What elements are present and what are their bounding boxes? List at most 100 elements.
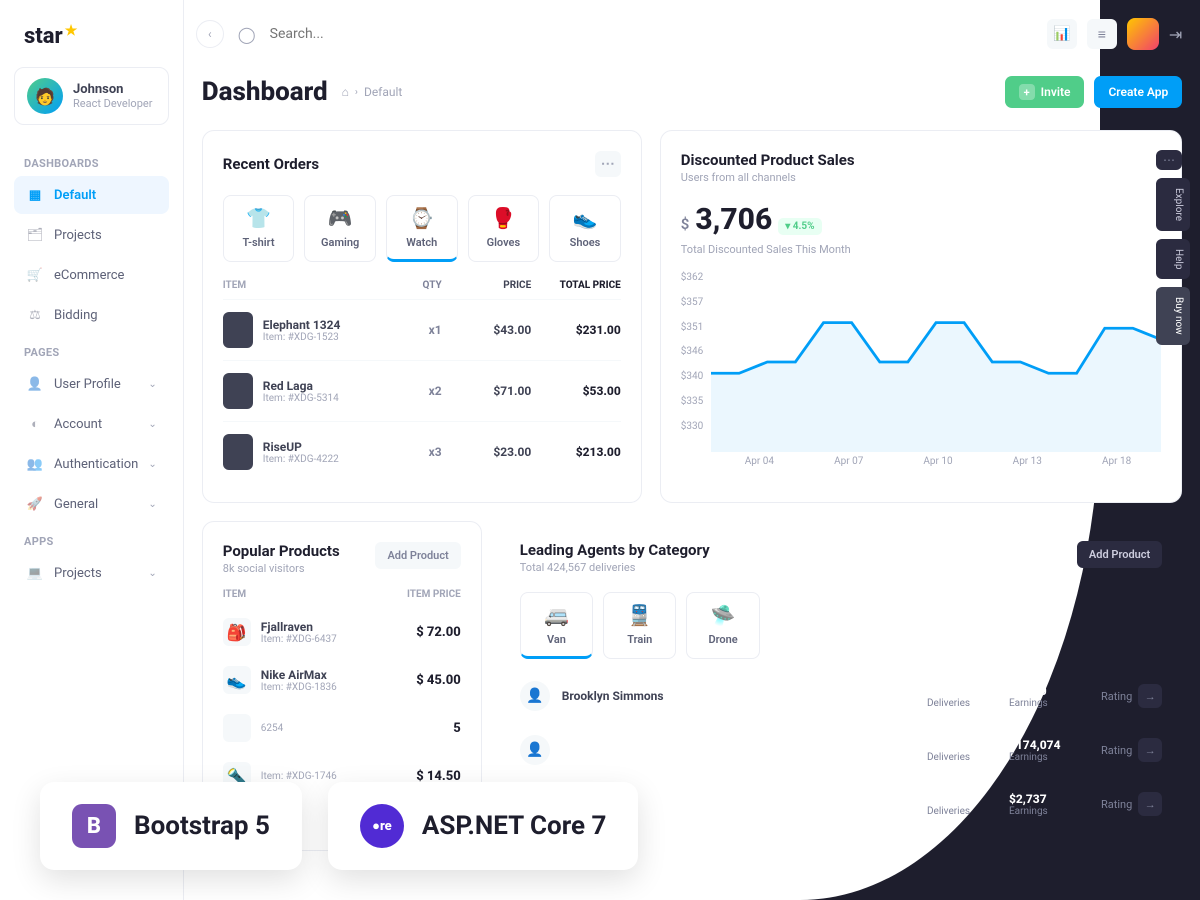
avatar: 🧑 [27, 78, 63, 114]
more-icon[interactable]: ⋯ [595, 151, 621, 177]
star-icon: ★ [65, 23, 78, 39]
recent-orders-card: Recent Orders ⋯ 👕T-shirt🎮Gaming⌚Watch🥊Gl… [202, 130, 642, 503]
add-product-button[interactable]: Add Product [375, 542, 460, 569]
nav-default[interactable]: ▦Default [14, 176, 169, 214]
product-thumb [223, 312, 253, 348]
help-button[interactable]: Help [1156, 239, 1190, 279]
grid-icon: ▦ [26, 186, 44, 204]
invite-button[interactable]: +Invite [1005, 76, 1085, 108]
notification-icon[interactable]: ≡ [1087, 19, 1117, 49]
col-qty: QTY [382, 280, 442, 291]
col-price: ITEM PRICE [407, 589, 461, 600]
nav-general[interactable]: 🚀General⌄ [14, 485, 169, 523]
col-total: TOTAL PRICE [531, 280, 621, 291]
nav-user-profile[interactable]: 👤User Profile⌄ [14, 365, 169, 403]
line-chart [711, 272, 1161, 452]
list-item[interactable]: 👟Nike AirMaxItem: #XDG-1836$ 45.00 [223, 656, 461, 704]
list-item[interactable]: 🎒FjallravenItem: #XDG-6437$ 72.00 [223, 608, 461, 656]
table-row[interactable]: Elephant 1324Item: #XDG-1523x1$43.00$231… [223, 299, 621, 360]
create-app-button[interactable]: Create App [1094, 76, 1182, 108]
user-card[interactable]: 🧑 Johnson React Developer [14, 67, 169, 125]
arrow-right-icon[interactable]: → [1138, 684, 1162, 708]
plus-icon: + [1019, 84, 1035, 100]
table-row[interactable]: Red LagaItem: #XDG-5314x2$71.00$53.00 [223, 360, 621, 421]
tab-watch[interactable]: ⌚Watch [386, 195, 458, 262]
tab-drone[interactable]: 🛸Drone [686, 592, 759, 659]
home-icon[interactable]: ⌂ [342, 85, 349, 99]
popular-title: Popular Products [223, 542, 340, 560]
avatar: 👤 [520, 735, 550, 765]
agents-subtitle: Total 424,567 deliveries [520, 561, 710, 574]
nav-section-pages: PAGES [14, 336, 169, 365]
page-title: Dashboard [202, 77, 328, 107]
nav-authentication[interactable]: 👥Authentication⌄ [14, 445, 169, 483]
arrow-right-icon[interactable]: → [1138, 792, 1162, 816]
tab-t-shirt[interactable]: 👕T-shirt [223, 195, 295, 262]
tab-icon: 🎮 [309, 206, 371, 230]
explore-button[interactable]: Explore [1156, 178, 1190, 231]
avatar: 👤 [520, 681, 550, 711]
discounted-subtitle: Users from all channels [681, 171, 1161, 184]
tab-shoes[interactable]: 👟Shoes [549, 195, 621, 262]
discounted-value: 3,706 [695, 202, 772, 237]
tab-icon: 👕 [228, 206, 290, 230]
list-item[interactable]: 62545 [223, 704, 461, 752]
nav-bidding[interactable]: ⚖Bidding [14, 296, 169, 334]
product-thumb [223, 434, 253, 470]
tab-train[interactable]: 🚆Train [603, 592, 676, 659]
chevron-down-icon: ⌄ [148, 379, 156, 390]
folder-icon: 🗂 [26, 226, 44, 244]
col-price: PRICE [442, 280, 532, 291]
nav-account[interactable]: ◐Account⌄ [14, 405, 169, 443]
product-thumb [223, 714, 251, 742]
chevron-down-icon: ⌄ [148, 568, 156, 579]
exit-icon[interactable]: ⇥ [1169, 25, 1182, 44]
user-menu-avatar[interactable] [1127, 18, 1159, 50]
recent-orders-title: Recent Orders [223, 155, 319, 173]
chart-icon[interactable]: 📊 [1047, 19, 1077, 49]
chevron-down-icon: ⌄ [148, 459, 156, 470]
nav-ecommerce[interactable]: 🛒eCommerce [14, 256, 169, 294]
breadcrumb: ⌂ › Default [342, 85, 403, 99]
nav-section-apps: APPS [14, 525, 169, 554]
bootstrap-icon: B [72, 804, 116, 848]
product-thumb: 🎒 [223, 618, 251, 646]
tab-icon: 👟 [554, 206, 616, 230]
col-item: ITEM [223, 589, 407, 600]
add-product-button-dark[interactable]: Add Product [1077, 541, 1162, 568]
search-input[interactable] [270, 26, 1033, 42]
user-icon: 👤 [26, 375, 44, 393]
tab-icon: 🚐 [525, 603, 588, 627]
tab-gloves[interactable]: 🥊Gloves [468, 195, 540, 262]
back-button[interactable]: ‹ [196, 20, 224, 48]
hammer-icon: ⚖ [26, 306, 44, 324]
user-name: Johnson [73, 82, 152, 97]
discounted-footer: Total Discounted Sales This Month [681, 243, 1161, 256]
nav-apps-projects[interactable]: 💻Projects⌄ [14, 554, 169, 592]
table-row[interactable]: 👤Brooklyn Simmons1,240Deliveries$5,400Ea… [520, 669, 1162, 723]
tab-van[interactable]: 🚐Van [520, 592, 593, 659]
tab-gaming[interactable]: 🎮Gaming [304, 195, 376, 262]
laptop-icon: 💻 [26, 564, 44, 582]
table-row[interactable]: 👤6,074Deliveries$174,074EarningsRating→ [520, 723, 1162, 777]
aspnet-badge: ●re ASP.NET Core 7 [328, 782, 638, 870]
cart-icon: 🛒 [26, 266, 44, 284]
nav-section-dashboards: DASHBOARDS [14, 147, 169, 176]
tab-icon: 🛸 [691, 603, 754, 627]
bootstrap-badge: B Bootstrap 5 [40, 782, 302, 870]
buy-now-button[interactable]: Buy now [1156, 287, 1190, 345]
arrow-right-icon[interactable]: → [1138, 738, 1162, 762]
discounted-title: Discounted Product Sales [681, 151, 1161, 169]
chevron-down-icon: ⌄ [148, 499, 156, 510]
table-row[interactable]: RiseUPItem: #XDG-4222x3$23.00$213.00 [223, 421, 621, 482]
lock-icon: 👥 [26, 455, 44, 473]
tab-icon: ⌚ [391, 206, 453, 230]
side-dots-icon[interactable]: ⋯ [1156, 150, 1182, 170]
pct-badge: ▾ 4.5% [778, 218, 821, 235]
dotnet-icon: ●re [360, 804, 404, 848]
agents-title: Leading Agents by Category [520, 541, 710, 559]
col-item: ITEM [223, 280, 382, 291]
user-role: React Developer [73, 97, 152, 110]
chevron-down-icon: ⌄ [148, 419, 156, 430]
nav-projects[interactable]: 🗂Projects [14, 216, 169, 254]
